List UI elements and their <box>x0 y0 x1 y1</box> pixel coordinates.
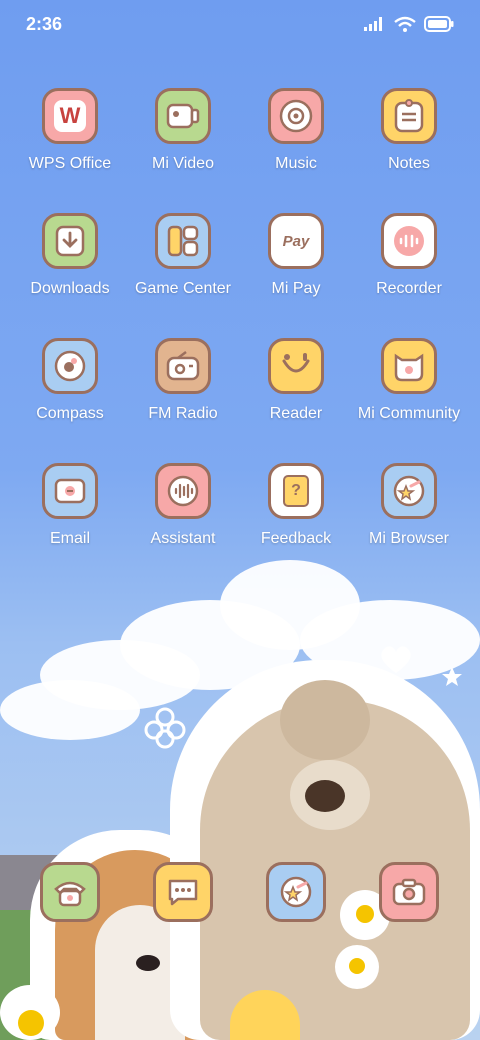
app-compass[interactable]: Compass <box>14 338 126 423</box>
wps-icon: W <box>42 88 98 144</box>
reader-icon <box>268 338 324 394</box>
status-icons <box>364 16 454 32</box>
video-icon <box>155 88 211 144</box>
app-label: Downloads <box>30 280 110 297</box>
app-mi-browser[interactable]: Mi Browser <box>353 463 465 548</box>
browser-icon <box>381 463 437 519</box>
dock-messages[interactable] <box>127 862 239 922</box>
app-music[interactable]: Music <box>240 88 352 173</box>
app-feedback[interactable]: ? Feedback <box>240 463 352 548</box>
radio-icon <box>155 338 211 394</box>
app-label: Email <box>49 530 90 547</box>
app-reader[interactable]: Reader <box>240 338 352 423</box>
browser-icon <box>266 862 326 922</box>
bear-nose <box>305 780 345 812</box>
app-label: Game Center <box>134 280 232 297</box>
feedback-glyph: ? <box>283 475 309 507</box>
app-label: Assistant <box>150 530 216 547</box>
app-mi-community[interactable]: Mi Community <box>353 338 465 423</box>
pay-glyph: Pay <box>282 232 310 250</box>
app-label: Mi Community <box>357 405 461 422</box>
phone-icon <box>40 862 100 922</box>
dock <box>0 862 480 922</box>
game-icon <box>155 213 211 269</box>
bear-ear <box>280 680 370 760</box>
app-fm-radio[interactable]: FM Radio <box>127 338 239 423</box>
recorder-icon <box>381 213 437 269</box>
app-label: WPS Office <box>28 155 112 172</box>
notes-icon <box>381 88 437 144</box>
wps-logo-glyph: W <box>54 100 86 132</box>
flower-doodle <box>144 707 186 749</box>
daisy-center <box>18 1010 44 1036</box>
community-icon <box>381 338 437 394</box>
heart-doodle <box>381 646 411 673</box>
app-label: Mi Pay <box>271 280 321 297</box>
app-assistant[interactable]: Assistant <box>127 463 239 548</box>
app-notes[interactable]: Notes <box>353 88 465 173</box>
wifi-icon <box>394 16 416 32</box>
app-game-center[interactable]: Game Center <box>127 213 239 298</box>
daisy-center <box>349 958 365 974</box>
dock-phone[interactable] <box>14 862 126 922</box>
compass-icon <box>42 338 98 394</box>
battery-icon <box>424 16 454 32</box>
status-bar: 2:36 <box>0 0 480 50</box>
app-wps-office[interactable]: W WPS Office <box>14 88 126 173</box>
music-icon <box>268 88 324 144</box>
app-label: Recorder <box>376 280 442 297</box>
assistant-icon <box>155 463 211 519</box>
app-label: Mi Video <box>152 155 214 172</box>
pay-icon: Pay <box>268 213 324 269</box>
download-icon <box>42 213 98 269</box>
app-label: FM Radio <box>148 405 218 422</box>
app-email[interactable]: Email <box>14 463 126 548</box>
camera-icon <box>379 862 439 922</box>
clock: 2:36 <box>26 14 63 34</box>
messages-icon <box>153 862 213 922</box>
star-doodle <box>442 667 462 686</box>
app-mi-pay[interactable]: Pay Mi Pay <box>240 213 352 298</box>
dock-browser[interactable] <box>240 862 352 922</box>
app-label: Music <box>275 155 317 172</box>
app-label: Feedback <box>260 530 332 547</box>
cloud-shape <box>0 680 140 740</box>
app-recorder[interactable]: Recorder <box>353 213 465 298</box>
app-label: Notes <box>388 155 430 172</box>
app-label: Compass <box>36 405 104 422</box>
signal-icon <box>364 17 382 31</box>
app-mi-video[interactable]: Mi Video <box>127 88 239 173</box>
feedback-icon: ? <box>268 463 324 519</box>
dock-camera[interactable] <box>353 862 465 922</box>
dog-nose <box>136 955 160 971</box>
app-downloads[interactable]: Downloads <box>14 213 126 298</box>
app-label: Mi Browser <box>368 530 449 547</box>
email-icon <box>42 463 98 519</box>
app-label: Reader <box>269 405 323 422</box>
